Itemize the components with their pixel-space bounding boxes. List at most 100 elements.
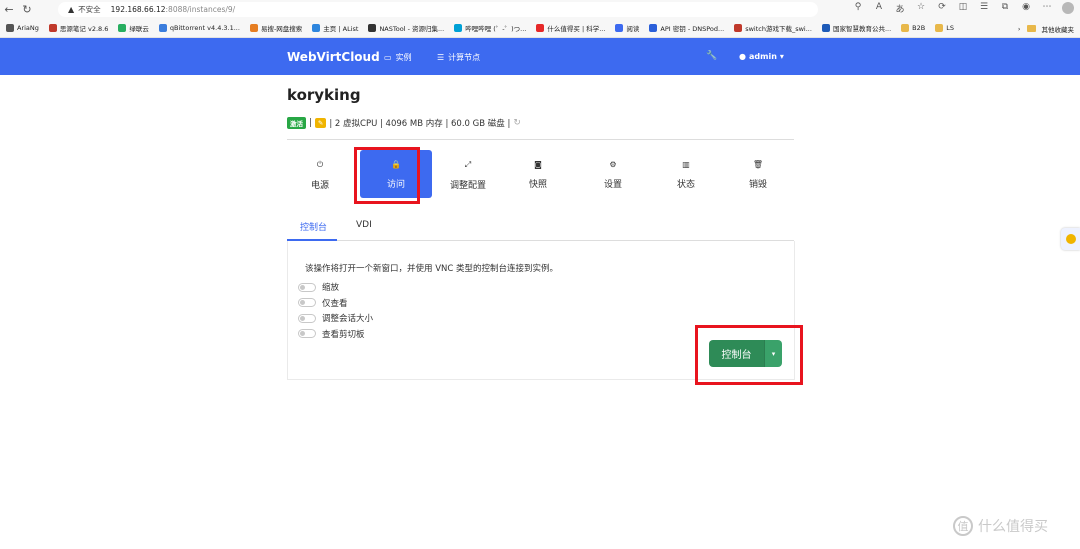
lock-status-icon: ✎ bbox=[314, 118, 327, 128]
option-toggle[interactable] bbox=[298, 298, 316, 307]
reload-icon[interactable]: ↻ bbox=[18, 3, 36, 16]
console-option: 仅查看 bbox=[298, 297, 348, 309]
action-gear[interactable]: ⚙ 设置 bbox=[577, 150, 649, 198]
bookmark-label: 绿联云 bbox=[129, 25, 149, 33]
separator: | bbox=[309, 118, 312, 128]
action-chart[interactable]: ▥ 状态 bbox=[650, 150, 722, 198]
annotation-box-access bbox=[354, 147, 420, 204]
action-label: 状态 bbox=[676, 180, 695, 190]
power-icon: ⏻ bbox=[316, 160, 324, 169]
bookmark-label: 易搜-网盘搜索 bbox=[260, 25, 303, 33]
annotation-box-console bbox=[695, 325, 803, 385]
bookmark-item[interactable]: 易搜-网盘搜索 bbox=[249, 23, 303, 33]
bookmark-label: 什么值得买 | 科学... bbox=[547, 25, 606, 33]
bookmark-item[interactable]: switch游戏下载_swi... bbox=[734, 23, 812, 33]
app-navbar: WebVirtCloud ▭ 实例 ☰ 计算节点 🔧 ● admin ▾ bbox=[0, 38, 1080, 75]
favorite-icon[interactable]: ☆ bbox=[915, 2, 927, 17]
bookmark-label: switch游戏下载_swi... bbox=[745, 25, 812, 33]
extension-icon[interactable]: ⟳ bbox=[936, 2, 948, 17]
tab-console[interactable]: 控制台 bbox=[300, 220, 327, 233]
avatar[interactable] bbox=[1062, 2, 1074, 17]
refresh-icon[interactable]: ↻ bbox=[513, 118, 521, 128]
bookmark-item[interactable]: 哔哩哔哩 (゜-゜)つ... bbox=[454, 23, 526, 33]
console-option: 调整会话大小 bbox=[298, 312, 373, 324]
translate-icon[interactable]: あ bbox=[894, 2, 906, 17]
bookmark-item[interactable]: NASTool - 资源归集... bbox=[368, 23, 444, 33]
action-power[interactable]: ⏻ 电源 bbox=[284, 150, 356, 198]
console-option: 缩放 bbox=[298, 281, 339, 293]
monitor-icon: ▭ bbox=[384, 53, 392, 62]
bookmark-item[interactable]: 阅读 bbox=[615, 23, 639, 33]
bookmark-favicon-icon bbox=[158, 24, 167, 32]
resize-icon: ⤢ bbox=[464, 160, 472, 169]
bookmark-item[interactable]: 什么值得买 | 科学... bbox=[536, 23, 605, 33]
trash-icon: 🗑 bbox=[752, 160, 764, 169]
console-description: 该操作将打开一个新窗口，并使用 VNC 类型的控制台连接到实例。 bbox=[305, 264, 559, 274]
option-toggle[interactable] bbox=[298, 282, 316, 292]
wrench-icon[interactable]: 🔧 bbox=[706, 51, 717, 61]
browser-toolbar: ← ↻ ▲ 不安全 192.168.66.12:8088/instances/9… bbox=[0, 0, 1080, 19]
warning-icon: ▲ bbox=[68, 5, 75, 14]
bookmark-item[interactable]: qBittorrent v4.4.3.1... bbox=[158, 24, 240, 32]
user-icon: ● bbox=[739, 52, 746, 61]
option-label: 查看剪切板 bbox=[322, 329, 365, 340]
bookmark-label: 哔哩哔哩 (゜-゜)つ... bbox=[465, 25, 527, 33]
tab-vdi[interactable]: VDI bbox=[356, 220, 372, 230]
favorites-list-icon[interactable]: ☰ bbox=[978, 2, 990, 17]
bookmark-favicon-icon bbox=[935, 24, 944, 32]
bookmark-favicon-icon bbox=[312, 24, 321, 32]
split-screen-icon[interactable]: ◫ bbox=[957, 2, 969, 17]
bookmark-item[interactable]: API 密钥 - DNSPod... bbox=[649, 23, 724, 33]
nav-compute-nodes[interactable]: ☰ 计算节点 bbox=[437, 52, 480, 63]
side-widget[interactable] bbox=[1061, 228, 1080, 250]
other-bookmarks[interactable]: › 其他收藏夹 bbox=[1013, 19, 1075, 37]
url-host: 192.168.66.12 bbox=[110, 5, 166, 14]
bookmark-item[interactable]: AriaNg bbox=[6, 24, 39, 32]
action-label: 设置 bbox=[603, 180, 622, 190]
user-menu[interactable]: ● admin ▾ bbox=[739, 52, 784, 61]
bookmark-item[interactable]: 主页 | AList bbox=[312, 23, 358, 33]
caret-down-icon: ▾ bbox=[779, 52, 784, 61]
action-label: 快照 bbox=[528, 180, 547, 190]
read-aloud-icon[interactable]: A bbox=[873, 2, 885, 17]
bookmark-label: NASTool - 资源归集... bbox=[379, 25, 445, 33]
bookmark-favicon-icon bbox=[536, 24, 545, 32]
action-trash[interactable]: 🗑 销毁 bbox=[722, 150, 794, 198]
address-bar[interactable]: ▲ 不安全 192.168.66.12:8088/instances/9/ bbox=[58, 2, 818, 17]
option-toggle[interactable] bbox=[298, 313, 316, 323]
shield-icon[interactable]: ◉ bbox=[1020, 2, 1032, 17]
option-label: 调整会话大小 bbox=[322, 314, 374, 324]
instance-spec: | 2 虚拟CPU | 4096 MB 内存 | 60.0 GB 磁盘 | bbox=[329, 119, 511, 129]
key-icon[interactable]: ⚲ bbox=[852, 2, 864, 17]
bookmark-item[interactable]: 绿联云 bbox=[118, 23, 149, 33]
other-bookmarks-label: 其他收藏夹 bbox=[1041, 25, 1075, 34]
collections-icon[interactable]: ⧉ bbox=[999, 2, 1011, 17]
bookmark-label: AriaNg bbox=[17, 24, 39, 32]
nav-instances[interactable]: ▭ 实例 bbox=[384, 52, 412, 63]
bookmark-label: qBittorrent v4.4.3.1... bbox=[169, 24, 240, 32]
back-icon[interactable]: ← bbox=[0, 3, 18, 16]
more-icon[interactable]: ⋯ bbox=[1041, 2, 1053, 17]
instance-info: 激活 | ✎ | 2 虚拟CPU | 4096 MB 内存 | 60.0 GB … bbox=[287, 117, 521, 129]
bookmark-item[interactable]: 国家智慧教育公共... bbox=[821, 23, 892, 33]
status-badge: 激活 bbox=[287, 117, 306, 129]
chart-icon: ▥ bbox=[682, 160, 690, 169]
access-tabs: 控制台 VDI bbox=[287, 210, 794, 241]
url-path: :8088/instances/9/ bbox=[165, 5, 236, 14]
bookmark-label: API 密钥 - DNSPod... bbox=[660, 25, 725, 33]
option-toggle[interactable] bbox=[298, 329, 316, 338]
server-icon: ☰ bbox=[437, 53, 445, 62]
bookmark-item[interactable]: LS bbox=[935, 24, 954, 32]
bookmark-label: 国家智慧教育公共... bbox=[832, 25, 892, 33]
action-resize[interactable]: ⤢ 调整配置 bbox=[432, 150, 504, 198]
bookmark-item[interactable]: B2B bbox=[901, 24, 925, 32]
gear-icon: ⚙ bbox=[609, 160, 617, 169]
bookmark-label: LS bbox=[946, 24, 954, 32]
browser-actions: ⚲ A あ ☆ ⟳ ◫ ☰ ⧉ ◉ ⋯ bbox=[852, 2, 1074, 17]
action-camera[interactable]: ◙ 快照 bbox=[502, 150, 574, 198]
bookmark-favicon-icon bbox=[734, 24, 743, 32]
brand-logo[interactable]: WebVirtCloud bbox=[287, 50, 380, 64]
bookmark-favicon-icon bbox=[615, 24, 624, 32]
bookmark-favicon-icon bbox=[48, 24, 57, 32]
bookmark-item[interactable]: 思源笔记 v2.8.6 bbox=[48, 23, 108, 33]
